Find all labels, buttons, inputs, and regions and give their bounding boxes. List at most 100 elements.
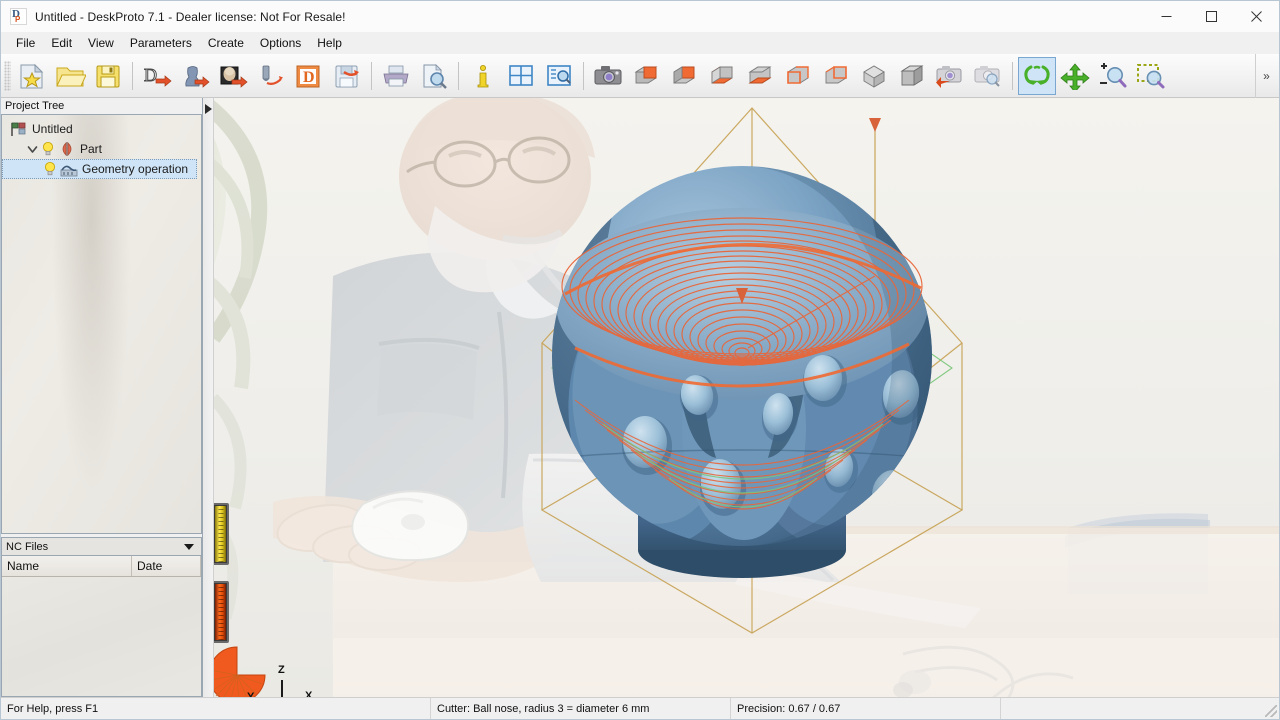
menu-bar: File Edit View Parameters Create Options… xyxy=(1,32,1279,54)
view-front-icon[interactable] xyxy=(665,57,703,95)
nc-column-date[interactable]: Date xyxy=(132,556,201,576)
import-bitmap-icon[interactable] xyxy=(214,57,252,95)
status-precision-cell: Precision: 0.67 / 0.67 xyxy=(731,698,1001,719)
status-extra-cell xyxy=(1001,698,1279,719)
tile-windows-icon[interactable] xyxy=(502,57,540,95)
view-back-icon[interactable] xyxy=(779,57,817,95)
menu-help[interactable]: Help xyxy=(309,33,350,54)
pan-gauge[interactable] xyxy=(212,503,229,565)
camera-reset-icon[interactable] xyxy=(969,57,1007,95)
geometry-operation-icon xyxy=(60,161,78,177)
close-button[interactable] xyxy=(1234,1,1279,32)
nc-files-background xyxy=(2,556,201,696)
axis-label-x: X xyxy=(305,690,313,697)
nc-files-column-header: Name Date xyxy=(2,556,201,577)
status-precision-text: Precision: 0.67 / 0.67 xyxy=(737,702,841,715)
menu-view[interactable]: View xyxy=(80,33,122,54)
nc-files-panel[interactable]: Name Date xyxy=(1,555,202,697)
project-tree-list: Untitled Part Geometry operation xyxy=(2,115,201,179)
visibility-bulb-icon[interactable] xyxy=(41,141,55,157)
title-bar: DP Untitled - DeskProto 7.1 - Dealer lic… xyxy=(1,1,1279,32)
axis-label-z: Z xyxy=(278,664,285,676)
view-top-icon[interactable] xyxy=(627,57,665,95)
3d-model-scene[interactable] xyxy=(203,98,1279,697)
axis-label-y: Y xyxy=(247,691,255,697)
deskproto-logo-icon: DP xyxy=(10,8,27,25)
print-preview-icon[interactable] xyxy=(415,57,453,95)
part-icon xyxy=(58,141,76,157)
deskproto-window: DP Untitled - DeskProto 7.1 - Dealer lic… xyxy=(0,0,1280,720)
camera-undo-icon[interactable] xyxy=(931,57,969,95)
svg-text:D: D xyxy=(144,65,157,85)
chevron-down-icon[interactable] xyxy=(26,143,39,156)
toolbar-separator xyxy=(1012,61,1013,90)
menu-edit[interactable]: Edit xyxy=(43,33,80,54)
3d-viewport[interactable]: Z Y X ROTATE PAN xyxy=(203,98,1279,697)
import-toolpath-icon[interactable] xyxy=(252,57,290,95)
rotate-tool-icon[interactable] xyxy=(1018,56,1056,95)
toolbar-overflow-button[interactable]: » xyxy=(1255,54,1277,98)
nc-column-name[interactable]: Name xyxy=(2,556,132,576)
nc-files-header[interactable]: NC Files xyxy=(1,537,202,555)
toolbar-separator xyxy=(371,61,372,90)
tree-node-part[interactable]: Part xyxy=(2,139,201,159)
status-cutter-text: Cutter: Ball nose, radius 3 = diameter 6… xyxy=(437,702,650,715)
export-icon[interactable] xyxy=(328,57,366,95)
camera-view-icon[interactable] xyxy=(589,57,627,95)
view-right-icon[interactable] xyxy=(703,57,741,95)
tree-node-label: Geometry operation xyxy=(82,162,189,176)
resize-grip[interactable] xyxy=(1265,705,1277,717)
view-bottom-icon[interactable] xyxy=(741,57,779,95)
project-tree-header: Project Tree xyxy=(1,98,202,114)
view-iso-icon[interactable] xyxy=(855,57,893,95)
import-deskproto-icon[interactable]: D xyxy=(290,57,328,95)
rotate-gauge[interactable] xyxy=(212,581,229,643)
pan-gauge-ticks xyxy=(218,509,223,563)
status-bar: For Help, press F1 Cutter: Ball nose, ra… xyxy=(1,697,1279,719)
left-dock: Project Tree Untitled Part Geometry oper… xyxy=(1,98,203,697)
view-left-icon[interactable] xyxy=(817,57,855,95)
zoom-window-icon[interactable] xyxy=(1132,57,1170,95)
toolbar-separator xyxy=(458,61,459,90)
import-dxf-icon[interactable]: D xyxy=(138,57,176,95)
tree-node-geometry-operation[interactable]: Geometry operation xyxy=(2,159,197,179)
project-tree-panel[interactable]: Untitled Part Geometry operation xyxy=(1,114,202,534)
window-controls xyxy=(1144,1,1279,32)
tree-node-label: Part xyxy=(80,142,103,156)
tree-node-label: Untitled xyxy=(32,122,73,136)
zoom-tool-icon[interactable] xyxy=(1094,57,1132,95)
toolbar-grip[interactable] xyxy=(4,60,11,91)
pan-tool-icon[interactable] xyxy=(1056,57,1094,95)
svg-text:D: D xyxy=(303,69,315,86)
chevron-down-icon[interactable] xyxy=(184,544,194,550)
menu-options[interactable]: Options xyxy=(252,33,309,54)
window-title: Untitled - DeskProto 7.1 - Dealer licens… xyxy=(35,9,346,24)
tree-node-untitled[interactable]: Untitled xyxy=(2,119,201,139)
menu-file[interactable]: File xyxy=(8,33,43,54)
viewport-collapse-handle[interactable] xyxy=(203,98,214,697)
main-toolbar: D D » xyxy=(1,54,1279,98)
nc-files-title: NC Files xyxy=(6,540,49,553)
print-icon[interactable] xyxy=(377,57,415,95)
menu-parameters[interactable]: Parameters xyxy=(122,33,200,54)
rotate-gauge-ticks xyxy=(218,587,223,641)
menu-create[interactable]: Create xyxy=(200,33,252,54)
view-shaded-icon[interactable] xyxy=(893,57,931,95)
project-tree-title: Project Tree xyxy=(5,100,65,112)
minimize-button[interactable] xyxy=(1144,1,1189,32)
info-icon[interactable] xyxy=(464,57,502,95)
maximize-button[interactable] xyxy=(1189,1,1234,32)
visibility-bulb-icon[interactable] xyxy=(43,161,57,177)
open-project-icon[interactable] xyxy=(51,57,89,95)
new-project-icon[interactable] xyxy=(13,57,51,95)
import-stl-icon[interactable] xyxy=(176,57,214,95)
save-project-icon[interactable] xyxy=(89,57,127,95)
status-help-text: For Help, press F1 xyxy=(7,702,99,715)
axis-gizmo[interactable]: Z Y X xyxy=(247,664,317,697)
collapse-left-panel-arrow[interactable] xyxy=(205,104,212,114)
status-cutter-cell: Cutter: Ball nose, radius 3 = diameter 6… xyxy=(431,698,731,719)
work-area: Project Tree Untitled Part Geometry oper… xyxy=(1,98,1279,697)
status-help-cell: For Help, press F1 xyxy=(1,698,431,719)
view-detail-icon[interactable] xyxy=(540,57,578,95)
toolbar-separator xyxy=(583,61,584,90)
